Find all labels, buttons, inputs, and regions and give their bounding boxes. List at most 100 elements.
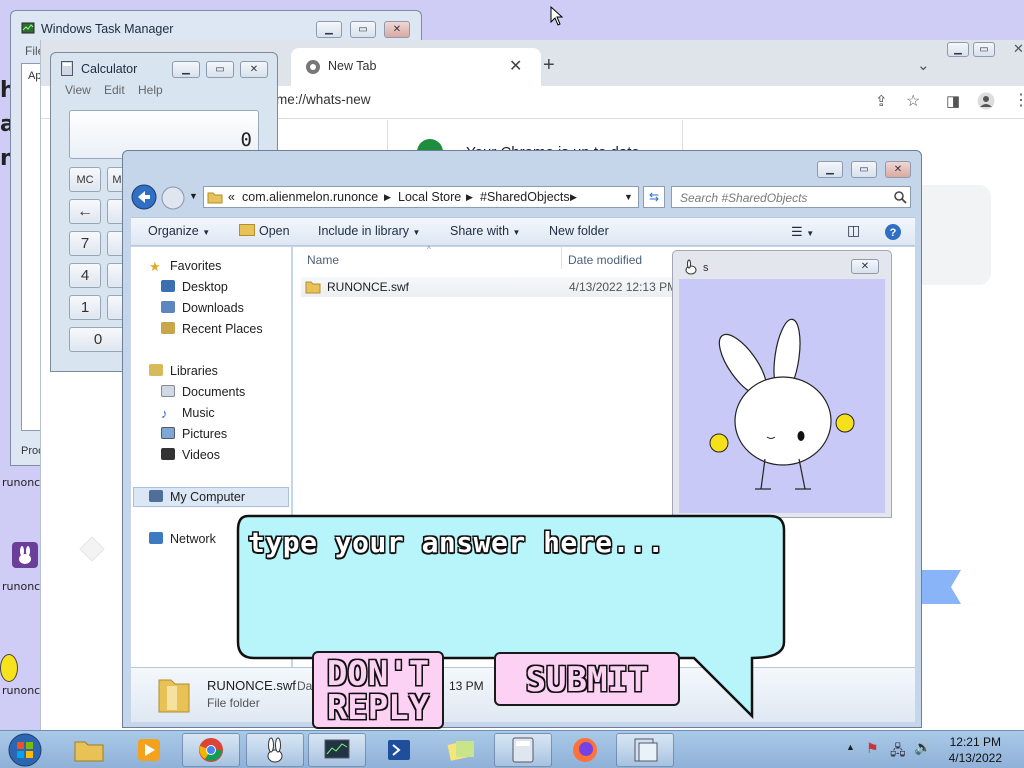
open-button[interactable]: Open <box>239 224 290 238</box>
bunny-popup-window[interactable]: s ✕ <box>672 250 892 518</box>
taskbar-powershell[interactable] <box>370 733 428 767</box>
minimize-button[interactable]: ▁ <box>172 61 200 78</box>
breadcrumb-item[interactable]: com.alienmelon.runonce <box>242 190 378 204</box>
more-menu-icon[interactable]: ⋮ <box>1013 90 1024 110</box>
key-4[interactable]: 4 <box>69 263 101 288</box>
folder-icon <box>207 192 223 204</box>
menu-edit[interactable]: Edit <box>104 83 125 97</box>
taskbar-explorer-window[interactable] <box>616 733 674 767</box>
nav-documents[interactable]: Documents <box>161 385 245 399</box>
nav-music[interactable]: ♪ Music <box>161 406 215 421</box>
profile-icon[interactable] <box>977 92 995 110</box>
breadcrumb-overflow[interactable]: « <box>228 190 235 204</box>
maximize-button[interactable]: ▭ <box>350 21 376 38</box>
system-clock[interactable]: 12:21 PM 4/13/2022 <box>949 734 1002 766</box>
organize-button[interactable]: Organize ▼ <box>148 224 210 238</box>
address-dropdown-icon[interactable]: ▼ <box>624 192 633 202</box>
nav-videos[interactable]: Videos <box>161 448 220 462</box>
new-folder-button[interactable]: New folder <box>549 224 609 238</box>
nav-libraries[interactable]: Libraries <box>149 364 218 378</box>
close-button[interactable]: ✕ <box>384 21 410 38</box>
forward-arrow-icon[interactable] <box>161 186 185 210</box>
key-backspace[interactable]: ← <box>69 199 101 224</box>
maximize-button[interactable]: ▭ <box>851 161 877 178</box>
key-mc[interactable]: MC <box>69 167 101 192</box>
tab-new-tab[interactable]: New Tab ✕ <box>291 48 541 86</box>
key-0[interactable]: 0 <box>69 327 127 352</box>
maximize-button[interactable]: ▭ <box>973 42 995 57</box>
taskbar-sticky-notes[interactable] <box>432 733 490 767</box>
taskbar-firefox[interactable] <box>556 733 614 767</box>
taskbar-task-manager[interactable] <box>308 733 366 767</box>
task-manager-icon <box>21 22 35 34</box>
share-with-button[interactable]: Share with ▼ <box>450 224 520 238</box>
minimize-button[interactable]: ▁ <box>817 161 843 178</box>
maximize-button[interactable]: ▭ <box>206 61 234 78</box>
column-header-date[interactable]: Date modified <box>568 253 642 267</box>
yellow-ball-icon <box>0 654 18 682</box>
taskbar-calculator[interactable] <box>494 733 552 767</box>
calculator-icon <box>61 61 73 76</box>
breadcrumb-separator-icon[interactable]: ▶ <box>570 192 577 203</box>
taskbar-media-player[interactable] <box>120 733 178 767</box>
nav-my-computer[interactable]: My Computer <box>149 490 245 504</box>
nav-network[interactable]: Network <box>149 532 216 546</box>
minimize-button[interactable]: ▁ <box>316 21 342 38</box>
side-panel-icon[interactable]: ◨ <box>946 92 960 110</box>
address-bar[interactable]: me://whats-new <box>276 92 371 107</box>
menu-view[interactable]: View <box>65 83 91 97</box>
volume-icon[interactable]: 🔊 <box>914 739 931 756</box>
nav-recent-places[interactable]: Recent Places <box>161 322 263 336</box>
chevron-down-icon[interactable]: ⌄ <box>917 56 930 74</box>
taskbar-chrome[interactable] <box>182 733 240 767</box>
task-manager-icon <box>324 739 350 759</box>
start-button[interactable] <box>6 732 44 768</box>
share-icon[interactable]: ⇪ <box>875 92 888 110</box>
recent-pages-chevron-icon[interactable]: ▼ <box>189 191 198 201</box>
nav-pictures[interactable]: Pictures <box>161 427 227 441</box>
menu-help[interactable]: Help <box>138 83 163 97</box>
desktop-icon-label[interactable]: runonc <box>2 476 40 489</box>
close-tab-icon[interactable]: ✕ <box>509 56 522 76</box>
close-icon[interactable]: ✕ <box>1013 41 1024 57</box>
close-button[interactable]: ✕ <box>885 161 911 178</box>
minimize-button[interactable]: ▁ <box>947 42 969 57</box>
window-title: Windows Task Manager <box>41 22 174 36</box>
breadcrumb-separator-icon[interactable]: ▶ <box>466 192 473 203</box>
answer-input[interactable]: type your answer here... <box>248 526 665 559</box>
address-bar[interactable]: « com.alienmelon.runonce ▶ Local Store ▶… <box>203 186 639 208</box>
file-row[interactable]: RUNONCE.swf 4/13/2022 12:13 PM <box>301 277 677 297</box>
taskbar-bunny-app[interactable] <box>246 733 304 767</box>
nav-favorites[interactable]: ★ Favorites <box>149 259 221 274</box>
preview-pane-icon[interactable]: ◫ <box>847 222 860 239</box>
action-center-flag-icon[interactable]: ⚑ <box>866 740 879 757</box>
key-1[interactable]: 1 <box>69 295 101 320</box>
help-icon[interactable]: ? <box>884 223 902 241</box>
breadcrumb-item[interactable]: #SharedObjects <box>480 190 570 204</box>
desktop-icon-label[interactable]: runonc <box>2 684 40 697</box>
star-icon[interactable]: ☆ <box>906 91 920 111</box>
breadcrumb-separator-icon[interactable]: ▶ <box>384 192 391 203</box>
refresh-button[interactable]: ⇆ <box>643 186 665 208</box>
breadcrumb-item[interactable]: Local Store <box>398 190 461 204</box>
close-button[interactable]: ✕ <box>851 259 879 274</box>
nav-desktop[interactable]: Desktop <box>161 280 228 294</box>
taskbar-explorer[interactable] <box>60 733 118 767</box>
back-arrow-icon[interactable] <box>131 184 157 210</box>
column-header-name[interactable]: Name <box>307 253 339 267</box>
explorer-window-icon <box>634 738 658 762</box>
nav-downloads[interactable]: Downloads <box>161 301 244 315</box>
close-button[interactable]: ✕ <box>240 61 268 78</box>
view-options-icon[interactable]: ☰ ▼ <box>791 224 814 240</box>
search-input[interactable]: Search #SharedObjects <box>671 186 911 208</box>
new-tab-plus-icon[interactable]: + <box>543 54 555 77</box>
desktop-icon-label[interactable]: runonc <box>2 580 40 593</box>
include-in-library-button[interactable]: Include in library ▼ <box>318 224 420 238</box>
network-icon[interactable]: 🖧 <box>890 740 906 764</box>
show-hidden-icons-icon[interactable]: ▲ <box>846 742 855 752</box>
dont-reply-button[interactable]: DON'T REPLY <box>312 651 444 729</box>
command-bar: Organize ▼ Open Include in library ▼ Sha… <box>131 217 915 246</box>
key-7[interactable]: 7 <box>69 231 101 256</box>
bunny-desktop-icon[interactable] <box>12 542 38 568</box>
submit-button[interactable]: SUBMIT <box>494 652 680 706</box>
